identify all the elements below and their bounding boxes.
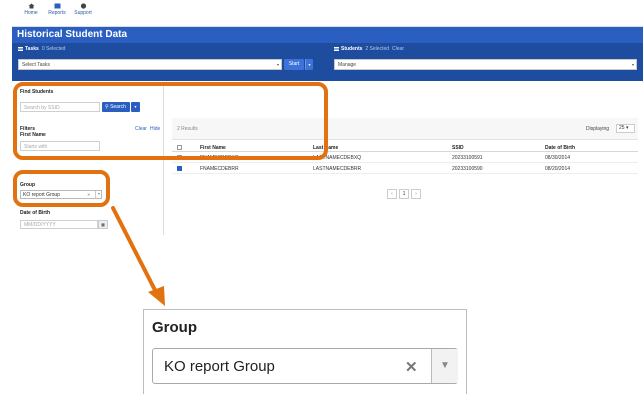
- zoom-group-select[interactable]: KO report Group ✕ ▼: [152, 348, 458, 384]
- chevron-down-icon[interactable]: ▼: [431, 349, 458, 383]
- clear-x-icon[interactable]: ✕: [405, 358, 418, 376]
- group-zoom-callout: Group KO report Group ✕ ▼: [143, 309, 467, 394]
- zoom-group-label: Group: [152, 319, 197, 336]
- zoom-group-value: KO report Group: [164, 358, 275, 375]
